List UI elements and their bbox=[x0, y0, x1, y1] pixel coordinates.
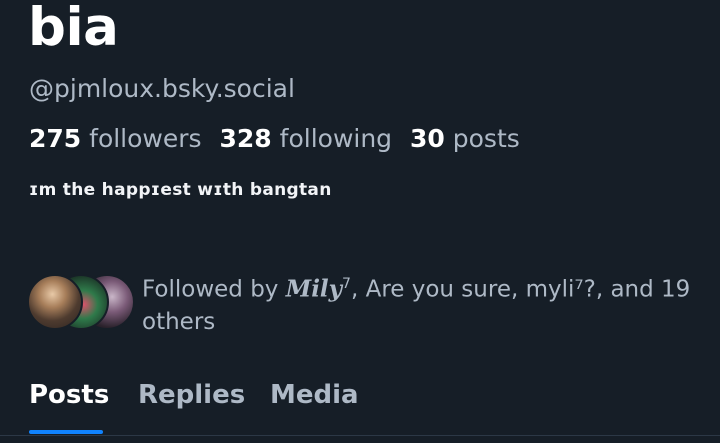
posts-label: posts bbox=[452, 124, 520, 153]
followers-label: followers bbox=[89, 124, 202, 153]
profile-page: bia @pjmloux.bsky.social 275 followers 3… bbox=[0, 0, 720, 443]
following-label: following bbox=[279, 124, 393, 153]
known-followers-text[interactable]: Followed by Mily7, Are you sure, myli⁷?,… bbox=[142, 268, 702, 338]
known-follower-name-sup: 7 bbox=[342, 276, 351, 292]
followers-link[interactable]: 275 followers bbox=[29, 124, 220, 153]
profile-bio: ɪm the happɪest wɪth bangtan bbox=[29, 180, 332, 200]
following-link[interactable]: 328 following bbox=[220, 124, 410, 153]
display-name: bia bbox=[28, 0, 119, 58]
tab-media[interactable]: Media bbox=[270, 378, 359, 412]
tab-posts[interactable]: Posts bbox=[29, 378, 109, 412]
tab-replies[interactable]: Replies bbox=[138, 378, 245, 412]
known-follower-name: Mily bbox=[285, 275, 343, 303]
followed-by-prefix: Followed by bbox=[142, 276, 286, 303]
profile-handle[interactable]: @pjmloux.bsky.social bbox=[29, 73, 295, 105]
posts-count: 30 bbox=[410, 124, 445, 153]
following-count: 328 bbox=[219, 124, 272, 153]
active-tab-indicator bbox=[29, 430, 103, 434]
known-followers-avatars[interactable] bbox=[27, 274, 135, 330]
profile-tabs: Posts Replies Media bbox=[0, 373, 720, 443]
profile-stats: 275 followers 328 following 30 posts bbox=[29, 123, 530, 155]
tabs-divider bbox=[0, 435, 720, 436]
posts-stat: 30 posts bbox=[410, 124, 530, 153]
follower-avatar bbox=[27, 274, 83, 330]
followers-count: 275 bbox=[29, 124, 82, 153]
